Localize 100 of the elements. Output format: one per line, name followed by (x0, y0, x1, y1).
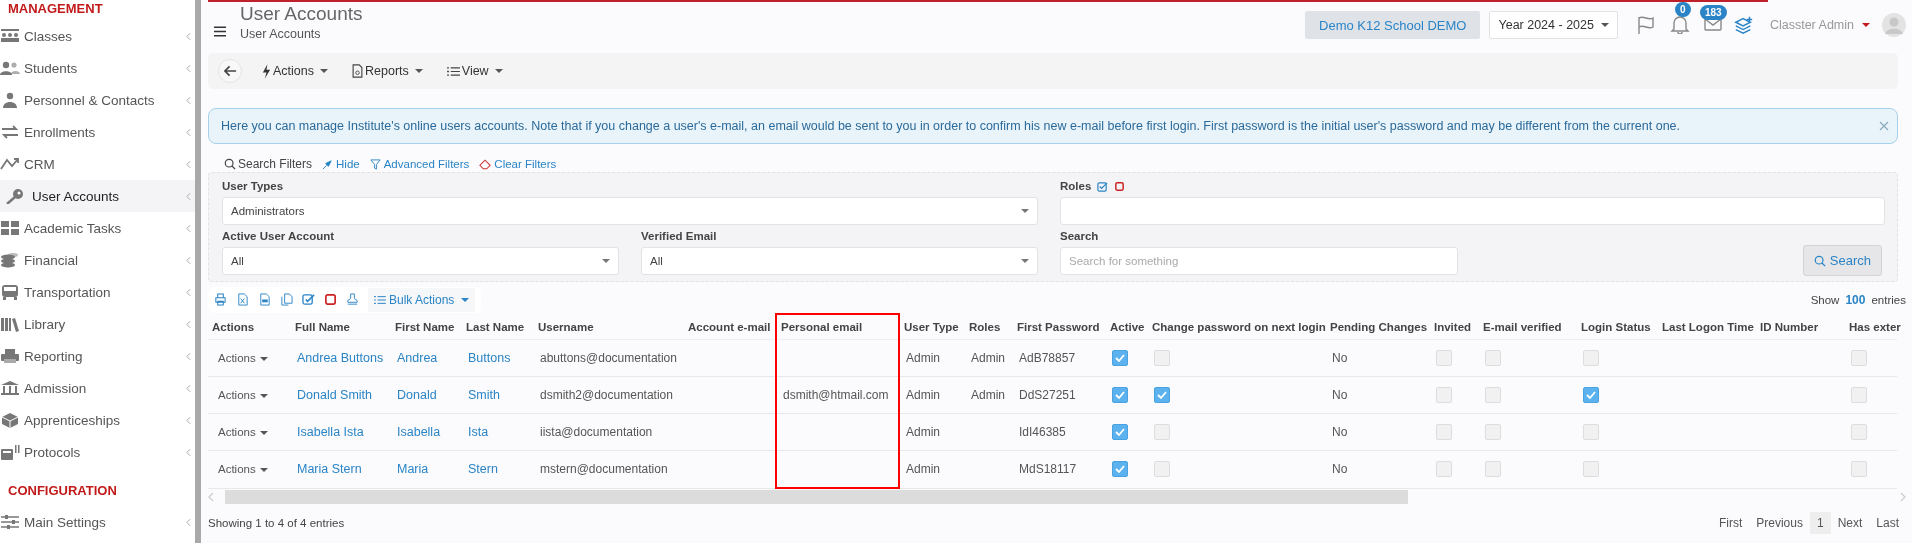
name-link[interactable]: Isabella (397, 425, 441, 439)
printer-icon[interactable] (214, 293, 227, 306)
sidebar-item[interactable]: Admission (0, 372, 195, 404)
name-link[interactable]: Maria (397, 462, 429, 477)
sidebar-item[interactable]: Reporting (0, 340, 195, 372)
lightning-icon (262, 63, 271, 79)
column-header[interactable]: Active (1106, 314, 1148, 340)
column-header[interactable]: First Name (391, 314, 462, 340)
scrollbar-thumb[interactable] (225, 490, 1408, 504)
name-link[interactable]: Ista (468, 425, 489, 439)
sidebar-item[interactable]: Students (0, 52, 195, 84)
sidebar-item[interactable]: Transportation (0, 276, 195, 308)
column-header[interactable]: Last Logon Time (1658, 314, 1756, 340)
row-actions-button[interactable]: Actions (218, 352, 268, 364)
column-header[interactable]: Actions (208, 314, 291, 340)
name-link[interactable]: Stern (468, 462, 498, 477)
select-field[interactable]: All (641, 247, 1038, 275)
checkbox[interactable] (1583, 387, 1599, 403)
entries-label: entries (1871, 293, 1906, 306)
name-link[interactable]: Donald (397, 388, 437, 402)
name-link[interactable]: Andrea (397, 351, 438, 365)
column-header[interactable]: Full Name (291, 314, 391, 340)
scroll-right-icon[interactable] (1900, 492, 1906, 502)
sidebar-item[interactable]: Main Settings (0, 506, 195, 538)
sidebar-item[interactable]: CRM (0, 148, 195, 180)
grid-icon (0, 220, 20, 236)
column-header[interactable]: Username (534, 314, 684, 340)
sidebar-item[interactable]: Apprenticeships (0, 404, 195, 436)
menu-icon[interactable] (214, 25, 226, 37)
name-link[interactable]: Smith (468, 388, 500, 402)
actions-menu[interactable]: Actions (254, 63, 336, 79)
sidebar-item[interactable]: Personnel & Contacts (0, 84, 195, 116)
flag-icon[interactable] (1635, 15, 1656, 35)
pagination-link[interactable]: Previous (1749, 512, 1810, 534)
row-actions-button[interactable]: Actions (218, 463, 268, 476)
name-link[interactable]: Andrea Buttons (297, 351, 384, 365)
sidebar-item[interactable]: Enrollments (0, 116, 195, 148)
year-dropdown[interactable]: Year 2024 - 2025 (1489, 11, 1618, 39)
reports-menu[interactable]: Reports (344, 64, 431, 78)
square-icon[interactable] (324, 293, 337, 306)
bulk-actions-menu[interactable]: Bulk Actions (368, 287, 476, 312)
hide-link[interactable]: Hide (322, 158, 360, 170)
scroll-left-icon[interactable] (208, 492, 214, 502)
document-icon[interactable] (258, 293, 271, 306)
column-header[interactable]: Change password on next login (1148, 314, 1326, 340)
avatar-icon[interactable] (1882, 13, 1906, 37)
name-link[interactable]: Buttons (468, 351, 511, 365)
stamp-icon[interactable] (346, 293, 359, 306)
chevron-icon (186, 63, 191, 73)
view-menu[interactable]: View (438, 64, 511, 78)
page-size-link[interactable]: 100 (1845, 292, 1866, 307)
table-cell: IdI46385 (1013, 413, 1106, 451)
sidebar-item[interactable]: User Accounts (0, 180, 195, 212)
checkbox[interactable] (1112, 424, 1128, 440)
sidebar-item[interactable]: Protocols (0, 436, 195, 468)
sidebar-item[interactable]: Financial (0, 244, 195, 276)
spreadsheet-icon[interactable] (236, 293, 249, 306)
column-header[interactable]: Last Name (462, 314, 534, 340)
checkbox[interactable] (1112, 387, 1128, 403)
column-header[interactable]: E-mail verified (1479, 314, 1577, 340)
column-header[interactable]: Personal email (776, 314, 899, 340)
checkbox[interactable] (1154, 387, 1170, 403)
pagination-link[interactable]: Last (1869, 512, 1906, 534)
column-header[interactable]: User Type (899, 314, 965, 340)
select-field[interactable]: Administrators (222, 197, 1038, 225)
sidebar-item[interactable]: Academic Tasks (0, 212, 195, 244)
column-header[interactable]: Login Status (1577, 314, 1658, 340)
column-header[interactable]: ID Number (1756, 314, 1845, 340)
clear-filters-link[interactable]: Clear Filters (479, 158, 557, 170)
back-button[interactable] (218, 59, 242, 83)
scrollbar[interactable] (195, 0, 201, 543)
column-header[interactable]: First Password (1013, 314, 1106, 340)
pagination-link[interactable]: 1 (1809, 512, 1831, 534)
select-field[interactable]: All (222, 247, 619, 275)
search-field[interactable]: Search for something (1060, 247, 1458, 275)
roles-field[interactable] (1060, 197, 1885, 225)
check-all-icon[interactable] (1097, 180, 1109, 192)
advanced-filters-link[interactable]: Advanced Filters (369, 158, 470, 170)
column-header[interactable]: Invited (1430, 314, 1479, 340)
check-square-icon[interactable] (302, 293, 315, 306)
layers-plus-icon[interactable] (1733, 15, 1754, 35)
chevron-icon (186, 447, 191, 457)
sidebar-item[interactable]: Classes (0, 20, 195, 52)
uncheck-all-icon[interactable] (1114, 180, 1126, 192)
pagination-link[interactable]: Next (1830, 512, 1870, 534)
document-icon (352, 64, 363, 78)
column-header[interactable]: Account e-mail (684, 314, 776, 340)
sidebar-item[interactable]: Library (0, 308, 195, 340)
column-header[interactable]: Pending Changes (1326, 314, 1430, 340)
column-header[interactable]: Roles (965, 314, 1013, 340)
name-link[interactable]: Maria Stern (297, 462, 362, 477)
row-actions-button[interactable]: Actions (218, 426, 268, 438)
pagination-link[interactable]: First (1711, 512, 1750, 534)
name-link[interactable]: Isabella Ista (297, 425, 364, 439)
close-icon[interactable] (1879, 121, 1889, 131)
name-link[interactable]: Donald Smith (297, 388, 373, 402)
copy-icon[interactable] (280, 293, 293, 306)
row-actions-button[interactable]: Actions (218, 389, 268, 401)
checkbox[interactable] (1112, 461, 1128, 478)
checkbox[interactable] (1112, 350, 1128, 366)
